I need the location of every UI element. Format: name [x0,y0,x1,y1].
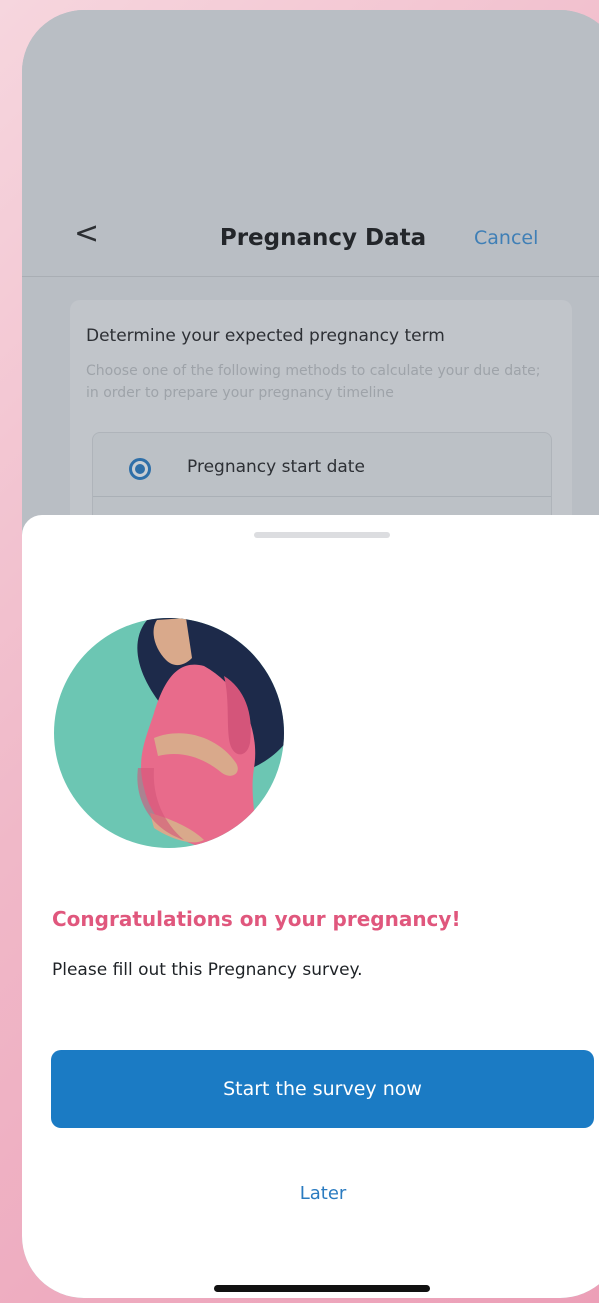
survey-bottom-sheet: Congratulations on your pregnancy! Pleas… [22,515,599,1298]
option-divider [93,496,551,497]
nav-divider [22,276,599,277]
congratulations-heading: Congratulations on your pregnancy! [52,907,461,931]
home-indicator [214,1285,430,1292]
option-pregnancy-start-date[interactable]: Pregnancy start date [187,457,365,477]
cancel-button[interactable]: Cancel [474,227,538,249]
later-button[interactable]: Later [23,1183,599,1204]
card-description: Choose one of the following methods to c… [86,363,541,401]
start-survey-button[interactable]: Start the survey now [51,1050,594,1128]
radio-selected-icon[interactable] [129,458,151,480]
pregnant-woman-illustration [54,618,284,848]
sheet-grabber[interactable] [254,532,390,538]
card-title: Determine your expected pregnancy term [86,326,445,346]
navigation-bar: < Pregnancy Data Cancel [22,205,599,275]
survey-subtitle: Please fill out this Pregnancy survey. [52,960,363,980]
phone-frame: < Pregnancy Data Cancel Determine your e… [22,10,599,1298]
